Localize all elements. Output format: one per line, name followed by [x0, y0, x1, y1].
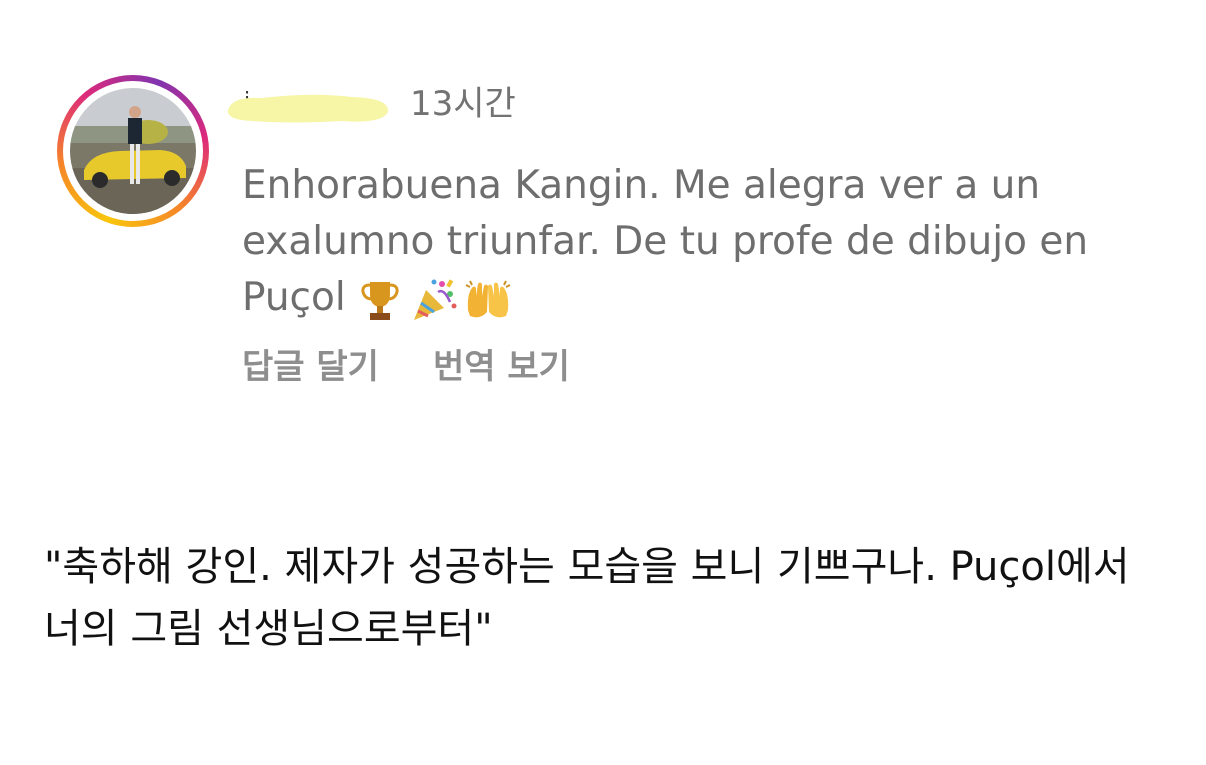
reply-button[interactable]: 답글 달기: [242, 347, 379, 387]
see-translation-button[interactable]: 번역 보기: [433, 347, 570, 387]
avatar-story-ring[interactable]: [57, 75, 209, 227]
translation-caption: "축하해 강인. 제자가 성공하는 모습을 보니 기쁘구나. Puçol에서 너…: [44, 544, 1130, 652]
comment-emojis: [356, 276, 512, 324]
trophy-icon: [361, 281, 399, 320]
comment-time: 13시간: [410, 84, 516, 124]
comment-body: Enhorabuena Kangin. Me alegra ver a un e…: [242, 158, 1142, 326]
username-redacted[interactable]: i: [222, 88, 392, 128]
avatar[interactable]: [70, 88, 196, 214]
comment-actions: 답글 달기 번역 보기: [242, 345, 570, 389]
raising-hands-icon: [465, 280, 511, 317]
party-popper-icon: [413, 278, 457, 320]
avatar-photo-image: [70, 88, 196, 214]
